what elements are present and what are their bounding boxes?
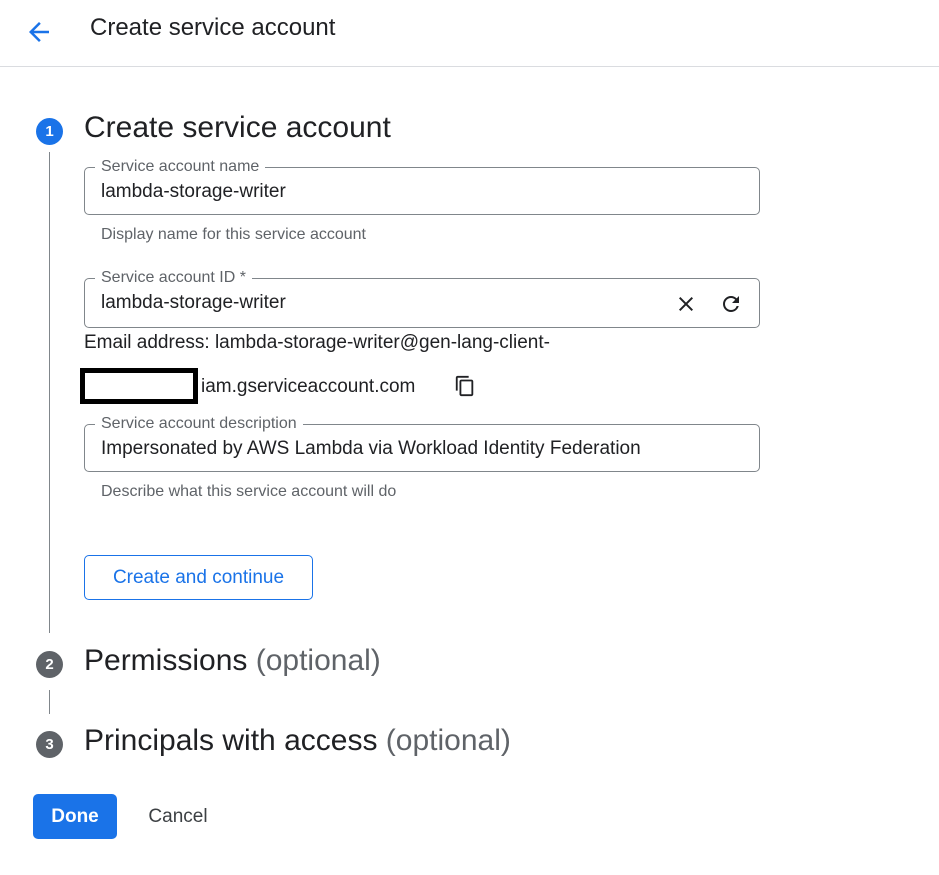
step-1-title[interactable]: Create service account: [84, 111, 391, 145]
arrow-back-icon: [29, 22, 49, 42]
service-account-description-input[interactable]: [101, 438, 741, 460]
service-account-name-field[interactable]: Service account name: [84, 158, 760, 215]
header-divider: [0, 66, 939, 67]
refresh-icon[interactable]: [719, 292, 743, 316]
cancel-button[interactable]: Cancel: [130, 794, 226, 839]
step-3-title[interactable]: Principals with access (optional): [84, 724, 511, 758]
create-and-continue-button[interactable]: Create and continue: [84, 555, 313, 600]
email-address-domain: iam.gserviceaccount.com: [201, 376, 416, 397]
field-label: Service account name: [95, 158, 266, 176]
done-button[interactable]: Done: [33, 794, 117, 839]
copy-icon[interactable]: [454, 375, 476, 397]
description-helper-text: Describe what this service account will …: [101, 483, 397, 500]
step-1-number: 1: [36, 118, 63, 145]
stepper-connector: [49, 152, 50, 633]
field-label: Service account description: [95, 415, 303, 433]
field-label: Service account ID *: [95, 269, 252, 287]
service-account-id-input[interactable]: [101, 292, 661, 314]
step-3-number: 3: [36, 731, 63, 758]
stepper-connector: [49, 690, 50, 714]
service-account-description-field[interactable]: Service account description: [84, 415, 760, 472]
back-button[interactable]: [24, 17, 54, 47]
step-title-text: Permissions: [84, 644, 248, 677]
step-title-text: Create service account: [84, 111, 391, 144]
close-icon[interactable]: [674, 292, 698, 316]
redacted-project-id: [80, 368, 198, 404]
name-helper-text: Display name for this service account: [101, 226, 366, 243]
email-address-line: Email address: lambda-storage-writer@gen…: [84, 332, 550, 353]
step-2-number: 2: [36, 651, 63, 678]
service-account-name-input[interactable]: [101, 181, 741, 203]
optional-tag: (optional): [385, 724, 511, 757]
step-2-title[interactable]: Permissions (optional): [84, 644, 381, 678]
page-title: Create service account: [90, 14, 336, 41]
step-title-text: Principals with access: [84, 724, 378, 757]
optional-tag: (optional): [255, 644, 381, 677]
service-account-id-field[interactable]: Service account ID *: [84, 269, 760, 328]
